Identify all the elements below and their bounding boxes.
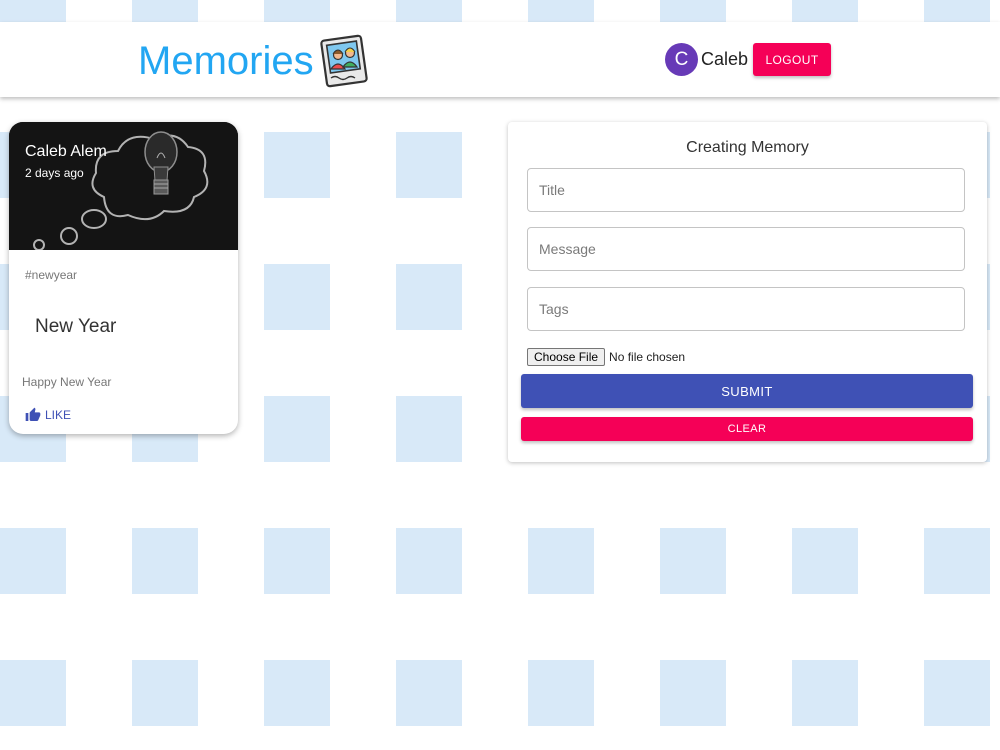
avatar[interactable]: C (665, 43, 698, 76)
post-tags: #newyear (25, 268, 78, 282)
post-timestamp: 2 days ago (25, 166, 84, 180)
file-status: No file chosen (609, 350, 686, 364)
title-input[interactable] (527, 168, 965, 212)
form-heading: Creating Memory (686, 139, 809, 156)
choose-file-button[interactable]: Choose File (527, 348, 606, 366)
app-bar: Memories C Caleb LOGOUT (0, 22, 1000, 97)
file-picker: Choose File No file chosen (527, 348, 685, 366)
brand[interactable]: Memories (138, 34, 372, 88)
family-photo-icon (319, 34, 368, 88)
lightbulb-thought-cloud-image (9, 122, 238, 250)
submit-button[interactable]: SUBMIT (521, 374, 973, 408)
tags-input[interactable] (527, 287, 965, 331)
like-label: LIKE (45, 408, 72, 422)
create-memory-form: Creating Memory Choose File No file chos… (508, 122, 987, 462)
user-name: Caleb (701, 49, 749, 69)
post-author: Caleb Alem (25, 143, 107, 160)
message-input[interactable] (527, 227, 965, 271)
clear-button[interactable]: CLEAR (521, 417, 973, 441)
user-section: C Caleb LOGOUT (665, 43, 832, 76)
like-button[interactable]: LIKE (25, 407, 71, 423)
thumb-up-icon (25, 407, 41, 421)
post-title: New Year (35, 316, 117, 337)
logout-button[interactable]: LOGOUT (753, 43, 832, 76)
post-card: Caleb Alem 2 days ago #newyear New Year … (9, 122, 238, 434)
app-title[interactable]: Memories (138, 34, 314, 88)
post-message: Happy New Year (22, 375, 112, 389)
post-media: Caleb Alem 2 days ago (9, 122, 238, 250)
